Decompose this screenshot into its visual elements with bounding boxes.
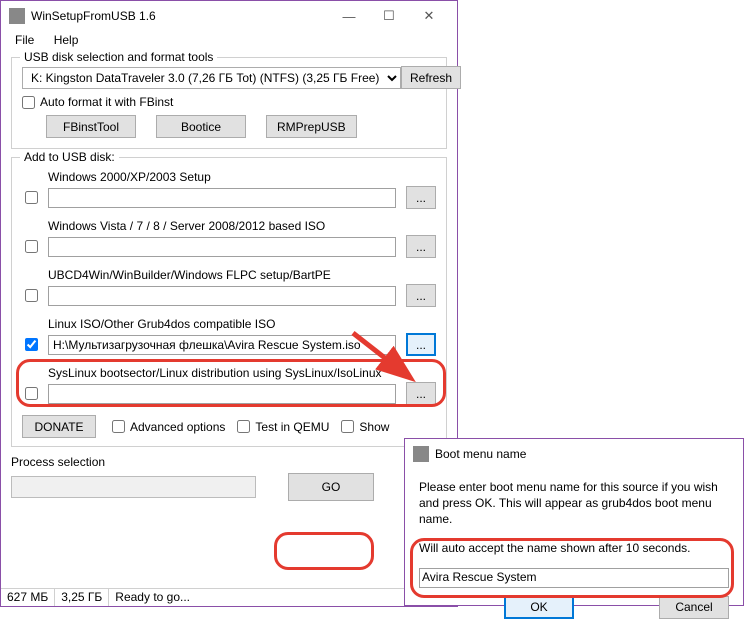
cancel-button[interactable]: Cancel — [659, 596, 729, 619]
entry-path-1[interactable] — [48, 237, 396, 257]
entry-path-4[interactable] — [48, 384, 396, 404]
boot-name-input[interactable]: Avira Rescue System — [419, 568, 729, 588]
show-log-label: Show — [359, 420, 389, 434]
rmprepusb-button[interactable]: RMPrepUSB — [266, 115, 357, 138]
dialog-text-1: Please enter boot menu name for this sou… — [419, 479, 729, 528]
ok-button[interactable]: OK — [504, 596, 574, 619]
entry-path-0[interactable] — [48, 188, 396, 208]
process-selection-label: Process selection — [11, 455, 447, 469]
usb-selection-group: USB disk selection and format tools K: K… — [11, 57, 447, 149]
add-to-usb-group: Add to USB disk: Windows 2000/XP/2003 Se… — [11, 157, 447, 447]
dialog-window: Boot menu name Please enter boot menu na… — [404, 438, 744, 606]
entry-checkbox-1[interactable] — [25, 240, 38, 253]
app-icon — [9, 8, 25, 24]
entry-checkbox-2[interactable] — [25, 289, 38, 302]
entry-label-3: Linux ISO/Other Grub4dos compatible ISO — [48, 317, 436, 331]
usb-group-title: USB disk selection and format tools — [20, 50, 217, 64]
entry-label-2: UBCD4Win/WinBuilder/Windows FLPC setup/B… — [48, 268, 436, 282]
status-used: 627 МБ — [1, 589, 55, 606]
browse-button-1[interactable]: ... — [406, 235, 436, 258]
menu-bar: File Help — [1, 31, 457, 51]
entry-label-0: Windows 2000/XP/2003 Setup — [48, 170, 436, 184]
advanced-options-label: Advanced options — [130, 420, 225, 434]
autoformat-label: Auto format it with FBinst — [40, 95, 173, 109]
refresh-button[interactable]: Refresh — [401, 66, 461, 89]
entry-path-3[interactable] — [48, 335, 396, 355]
donate-button[interactable]: DONATE — [22, 415, 96, 438]
main-window: WinSetupFromUSB 1.6 — ☐ ✕ File Help USB … — [0, 0, 458, 607]
advanced-options-checkbox[interactable] — [112, 420, 125, 433]
entry-checkbox-4[interactable] — [25, 387, 38, 400]
dialog-titlebar[interactable]: Boot menu name — [405, 439, 743, 469]
dialog-icon — [413, 446, 429, 462]
close-button[interactable]: ✕ — [409, 2, 449, 30]
entry-path-2[interactable] — [48, 286, 396, 306]
dialog-title: Boot menu name — [435, 447, 735, 461]
add-group-title: Add to USB disk: — [20, 150, 119, 164]
menu-file[interactable]: File — [7, 31, 42, 49]
browse-button-3[interactable]: ... — [406, 333, 436, 356]
go-button[interactable]: GO — [288, 473, 374, 501]
entry-checkbox-0[interactable] — [25, 191, 38, 204]
test-qemu-checkbox[interactable] — [237, 420, 250, 433]
menu-help[interactable]: Help — [46, 31, 87, 49]
dialog-text-2: Will auto accept the name shown after 10… — [419, 540, 729, 556]
entry-label-4: SysLinux bootsector/Linux distribution u… — [48, 366, 436, 380]
fbinst-tool-button[interactable]: FBinstTool — [46, 115, 136, 138]
boot-name-value: Avira Rescue System — [422, 570, 537, 584]
entry-checkbox-3[interactable] — [25, 338, 38, 351]
browse-button-2[interactable]: ... — [406, 284, 436, 307]
browse-button-4[interactable]: ... — [406, 382, 436, 405]
drive-select[interactable]: K: Kingston DataTraveler 3.0 (7,26 ГБ To… — [22, 67, 401, 89]
minimize-button[interactable]: — — [329, 2, 369, 30]
status-bar: 627 МБ 3,25 ГБ Ready to go... — [1, 588, 457, 606]
window-title: WinSetupFromUSB 1.6 — [31, 9, 329, 23]
show-log-checkbox[interactable] — [341, 420, 354, 433]
bootice-button[interactable]: Bootice — [156, 115, 246, 138]
autoformat-checkbox[interactable] — [22, 96, 35, 109]
status-free: 3,25 ГБ — [55, 589, 109, 606]
main-titlebar[interactable]: WinSetupFromUSB 1.6 — ☐ ✕ — [1, 1, 457, 31]
progress-bar — [11, 476, 256, 498]
browse-button-0[interactable]: ... — [406, 186, 436, 209]
entry-label-1: Windows Vista / 7 / 8 / Server 2008/2012… — [48, 219, 436, 233]
test-qemu-label: Test in QEMU — [255, 420, 329, 434]
maximize-button[interactable]: ☐ — [369, 2, 409, 30]
